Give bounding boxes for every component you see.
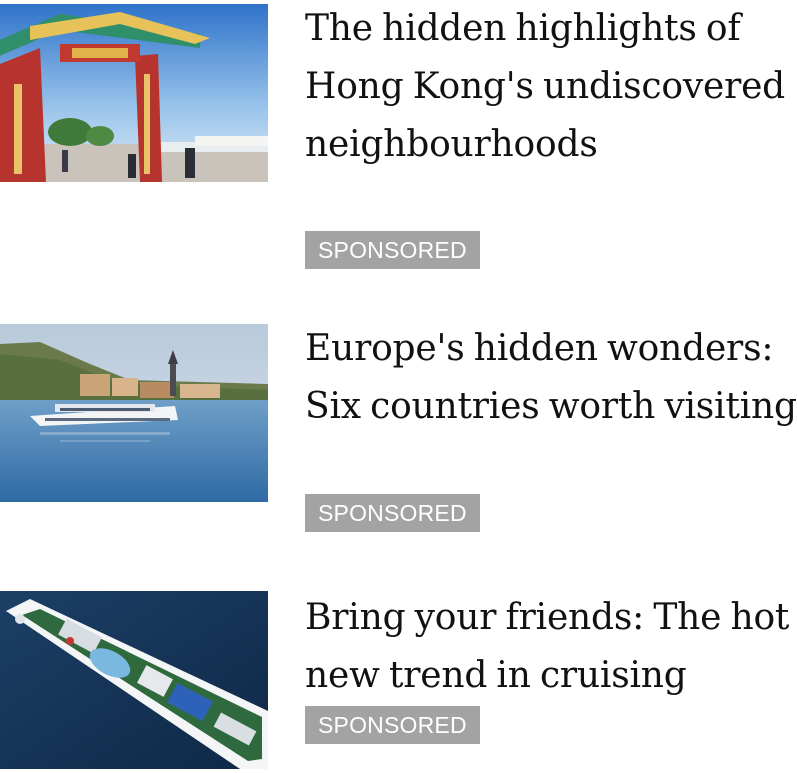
article-headline[interactable]: Bring your friends: The hot new trend in…: [305, 589, 797, 705]
hong-kong-gate-thumbnail[interactable]: [0, 4, 268, 182]
river-cruise-thumbnail[interactable]: [0, 324, 268, 502]
article-headline[interactable]: Europe's hidden wonders: Six countries w…: [305, 320, 797, 436]
article-headline[interactable]: The hidden highlights of Hong Kong's und…: [305, 0, 797, 174]
cruise-ship-thumbnail[interactable]: [0, 591, 268, 769]
sponsored-badge: SPONSORED: [305, 706, 480, 744]
sponsored-badge: SPONSORED: [305, 231, 480, 269]
sponsored-badge: SPONSORED: [305, 494, 480, 532]
